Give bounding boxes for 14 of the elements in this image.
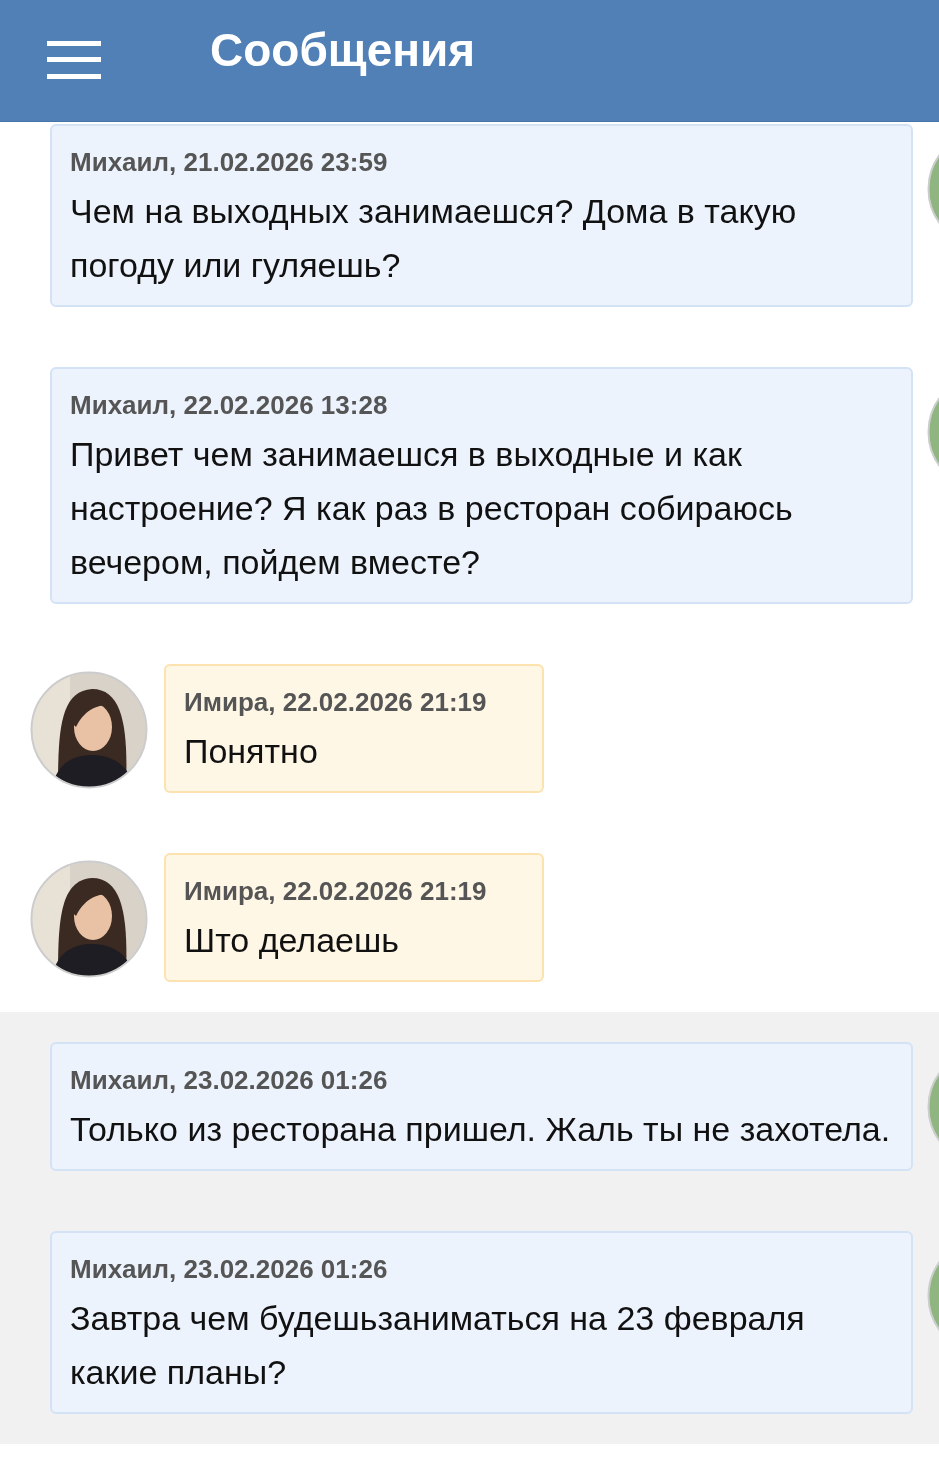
menu-icon[interactable] bbox=[47, 40, 101, 79]
message-text: Што делаешь bbox=[184, 920, 400, 961]
message-author-date: Михаил, 23.02.2026 01:26 bbox=[70, 1253, 389, 1286]
message-author-date: Имира, 22.02.2026 21:19 bbox=[184, 686, 488, 719]
screen-title: Сообщения bbox=[210, 22, 476, 77]
message-text: Завтра чем будешьзаниматься на 23 февраля какие планы? bbox=[70, 1298, 806, 1393]
message-text: Привет чем занимаешся в выходные и как настроение? Я как раз в ресторан собираюсь вечером, пойдем вместе? bbox=[70, 434, 794, 583]
message-text: Чем на выходных занимаешся? Дома в такую погоду или гуляешь? bbox=[70, 191, 798, 286]
message-text: Только из ресторана пришел. Жаль ты не захотела. bbox=[70, 1109, 892, 1150]
message-author-date: Михаил, 23.02.2026 01:26 bbox=[70, 1064, 389, 1097]
message-author-date: Михаил, 21.02.2026 23:59 bbox=[70, 146, 389, 179]
message-author-date: Имира, 22.02.2026 21:19 bbox=[184, 875, 488, 908]
message-text: Понятно bbox=[184, 731, 319, 772]
message-author-date: Михаил, 22.02.2026 13:28 bbox=[70, 389, 389, 422]
